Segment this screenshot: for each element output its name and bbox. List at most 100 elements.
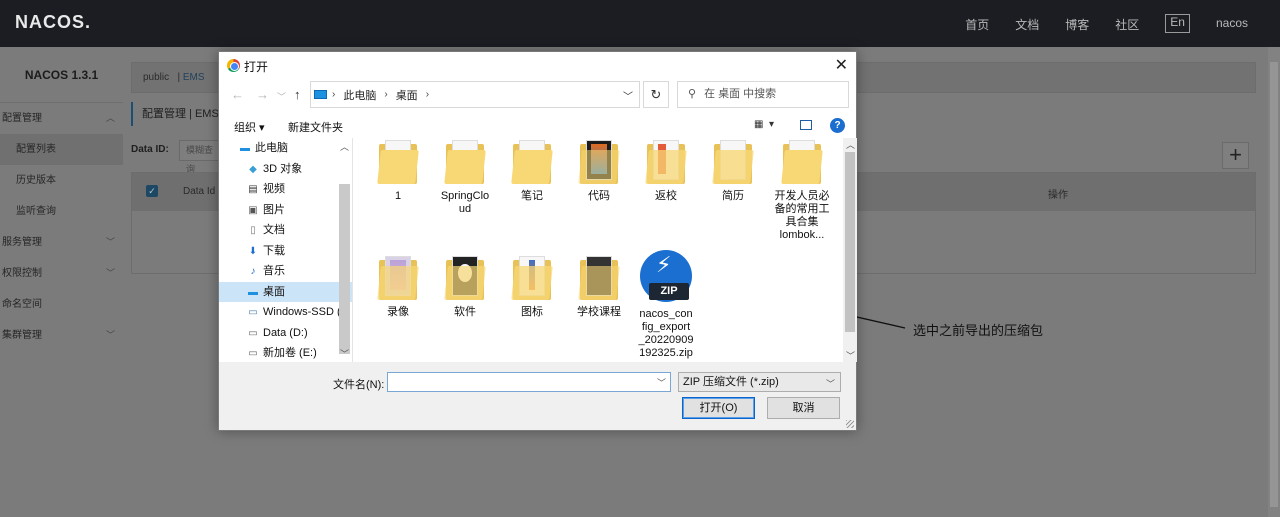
- folder-icon: [781, 138, 823, 184]
- drive-icon: ▭: [248, 348, 258, 359]
- file-list: 1 SpringClo ud 笔记 代码 返校 简历 开发人员必 备的常用工 具合集 l…: [355, 138, 843, 362]
- nav-3d-objects[interactable]: ◆ 3D 对象: [219, 159, 352, 180]
- scroll-up-icon[interactable]: ︿: [846, 138, 855, 151]
- preview-pane-icon[interactable]: [800, 120, 812, 130]
- dialog-footer: 文件名(N): ﹀ ZIP 压缩文件 (*.zip) ﹀ 打开(O) 取消: [219, 362, 856, 430]
- dialog-toolbar: 组织 ▾ 新建文件夹 ▦ ▾ ?: [219, 114, 858, 138]
- nav-scrollbar[interactable]: ︿ ﹀: [337, 138, 352, 362]
- scrollbar-thumb[interactable]: [845, 152, 855, 332]
- nav-volume-e[interactable]: ▭ 新加卷 (E:): [219, 343, 352, 362]
- folder-icon: [444, 138, 486, 184]
- folder-icon: [511, 138, 553, 184]
- file-name: nacos_con fig_export _20220909 192325.zip: [638, 308, 694, 359]
- filetype-select[interactable]: ZIP 压缩文件 (*.zip) ﹀: [678, 372, 841, 392]
- search-box[interactable]: ⚲ 在 桌面 中搜索: [677, 81, 849, 108]
- nav-music[interactable]: ♪ 音乐: [219, 261, 352, 282]
- file-name: 返校: [655, 190, 677, 202]
- document-icon: ▯: [250, 225, 256, 236]
- up-arrow-icon[interactable]: ↑: [294, 87, 301, 102]
- view-options-icon[interactable]: ▦ ▾: [754, 119, 774, 130]
- file-item[interactable]: 图标: [499, 254, 565, 319]
- file-item[interactable]: 笔记: [499, 138, 565, 203]
- scroll-up-icon[interactable]: ︿: [340, 140, 349, 153]
- nav-documents[interactable]: ▯ 文档: [219, 220, 352, 241]
- video-icon: ▤: [248, 184, 258, 195]
- download-icon: ⬇: [248, 245, 258, 257]
- folder-icon: [377, 254, 419, 300]
- nav-videos[interactable]: ▤ 视频: [219, 179, 352, 200]
- file-name: 简历: [722, 190, 744, 202]
- file-open-dialog: 打开 ✕ ← → ﹀ ↑ › 此电脑 › 桌面 › ﹀ ↻ ⚲ 在 桌面 中搜索 …: [218, 51, 857, 431]
- path-separator-icon[interactable]: ›: [384, 89, 387, 100]
- nav-this-pc[interactable]: ▬ 此电脑: [219, 138, 352, 159]
- folder-icon: [712, 138, 754, 184]
- drive-icon: ▭: [248, 327, 258, 339]
- folder-icon: [578, 254, 620, 300]
- file-name: 图标: [521, 306, 543, 318]
- folder-icon: [444, 254, 486, 300]
- dialog-titlebar: 打开 ✕: [219, 52, 856, 78]
- file-item[interactable]: 代码: [566, 138, 632, 203]
- forward-arrow-icon[interactable]: →: [256, 87, 269, 102]
- filetype-dropdown-icon: ﹀: [825, 379, 835, 389]
- computer-icon: ▬: [240, 143, 250, 154]
- scroll-down-icon[interactable]: ﹀: [340, 347, 349, 360]
- file-name: 开发人员必 备的常用工 具合集 lombok...: [774, 190, 830, 241]
- file-item[interactable]: 简历: [700, 138, 766, 203]
- folder-icon: [645, 138, 687, 184]
- address-bar[interactable]: › 此电脑 › 桌面 › ﹀: [310, 81, 640, 108]
- path-segment-desktop[interactable]: 桌面: [396, 87, 418, 103]
- nav-windows-ssd[interactable]: ▭ Windows-SSD (: [219, 302, 352, 323]
- nav-downloads[interactable]: ⬇ 下载: [219, 241, 352, 262]
- close-icon[interactable]: ✕: [835, 55, 848, 75]
- filetype-value: ZIP 压缩文件 (*.zip): [683, 376, 779, 388]
- filename-input[interactable]: ﹀: [387, 372, 671, 392]
- file-item[interactable]: 开发人员必 备的常用工 具合集 lombok...: [767, 138, 837, 242]
- file-item[interactable]: 学校课程: [566, 254, 632, 319]
- resize-grip[interactable]: [846, 420, 854, 428]
- scroll-down-icon[interactable]: ﹀: [846, 349, 855, 362]
- address-row: ← → ﹀ ↑ › 此电脑 › 桌面 › ﹀ ↻ ⚲ 在 桌面 中搜索: [219, 81, 858, 109]
- file-name: 录像: [387, 306, 409, 318]
- folder-icon: [578, 138, 620, 184]
- dialog-title: 打开: [244, 60, 269, 74]
- file-item[interactable]: 软件: [432, 254, 498, 319]
- zip-file-item[interactable]: ⚡ ZIP nacos_con fig_export _20220909 192325.…: [633, 250, 699, 360]
- folder-icon: [377, 138, 419, 184]
- computer-icon: [314, 90, 327, 99]
- annotation-text: 选中之前导出的压缩包: [913, 323, 1044, 338]
- path-separator-icon[interactable]: ›: [426, 89, 429, 100]
- path-segment-pc[interactable]: 此电脑: [343, 87, 376, 103]
- file-name: 笔记: [521, 190, 543, 202]
- file-name: 1: [394, 190, 402, 202]
- filename-label: 文件名(N):: [333, 379, 385, 391]
- file-list-scrollbar[interactable]: ︿ ﹀: [843, 138, 857, 362]
- navigation-pane: ▬ 此电脑 ◆ 3D 对象 ▤ 视频 ▣ 图片 ▯ 文档 ⬇ 下载 ♪ 音乐 ▬ 桌面 ▭ Win…: [219, 138, 353, 362]
- organize-button[interactable]: 组织 ▾: [234, 119, 265, 135]
- zip-archive-icon: ⚡ ZIP: [640, 250, 692, 302]
- search-icon: ⚲: [688, 88, 697, 100]
- file-item[interactable]: 1: [365, 138, 431, 203]
- open-button[interactable]: 打开(O): [682, 397, 755, 419]
- recent-chevron-icon[interactable]: ﹀: [277, 90, 286, 103]
- cancel-button[interactable]: 取消: [767, 397, 840, 419]
- picture-icon: ▣: [248, 204, 258, 216]
- scrollbar-thumb[interactable]: [339, 184, 350, 354]
- file-item[interactable]: 返校: [633, 138, 699, 203]
- help-icon[interactable]: ?: [830, 118, 845, 133]
- nav-pictures[interactable]: ▣ 图片: [219, 200, 352, 221]
- file-item[interactable]: 录像: [365, 254, 431, 319]
- file-item[interactable]: SpringClo ud: [432, 138, 498, 216]
- nav-data-d[interactable]: ▭ Data (D:): [219, 323, 352, 344]
- filename-dropdown-icon[interactable]: ﹀: [657, 376, 666, 389]
- file-name: SpringClo ud: [440, 190, 490, 215]
- path-separator-icon[interactable]: ›: [332, 89, 335, 100]
- folder-icon: [511, 254, 553, 300]
- address-dropdown-icon[interactable]: ﹀: [623, 88, 633, 103]
- back-arrow-icon[interactable]: ←: [231, 87, 244, 102]
- new-folder-button[interactable]: 新建文件夹: [288, 119, 343, 135]
- file-name: 软件: [454, 306, 476, 318]
- file-name: 学校课程: [577, 306, 621, 318]
- refresh-button[interactable]: ↻: [643, 81, 669, 108]
- nav-desktop[interactable]: ▬ 桌面: [219, 281, 352, 302]
